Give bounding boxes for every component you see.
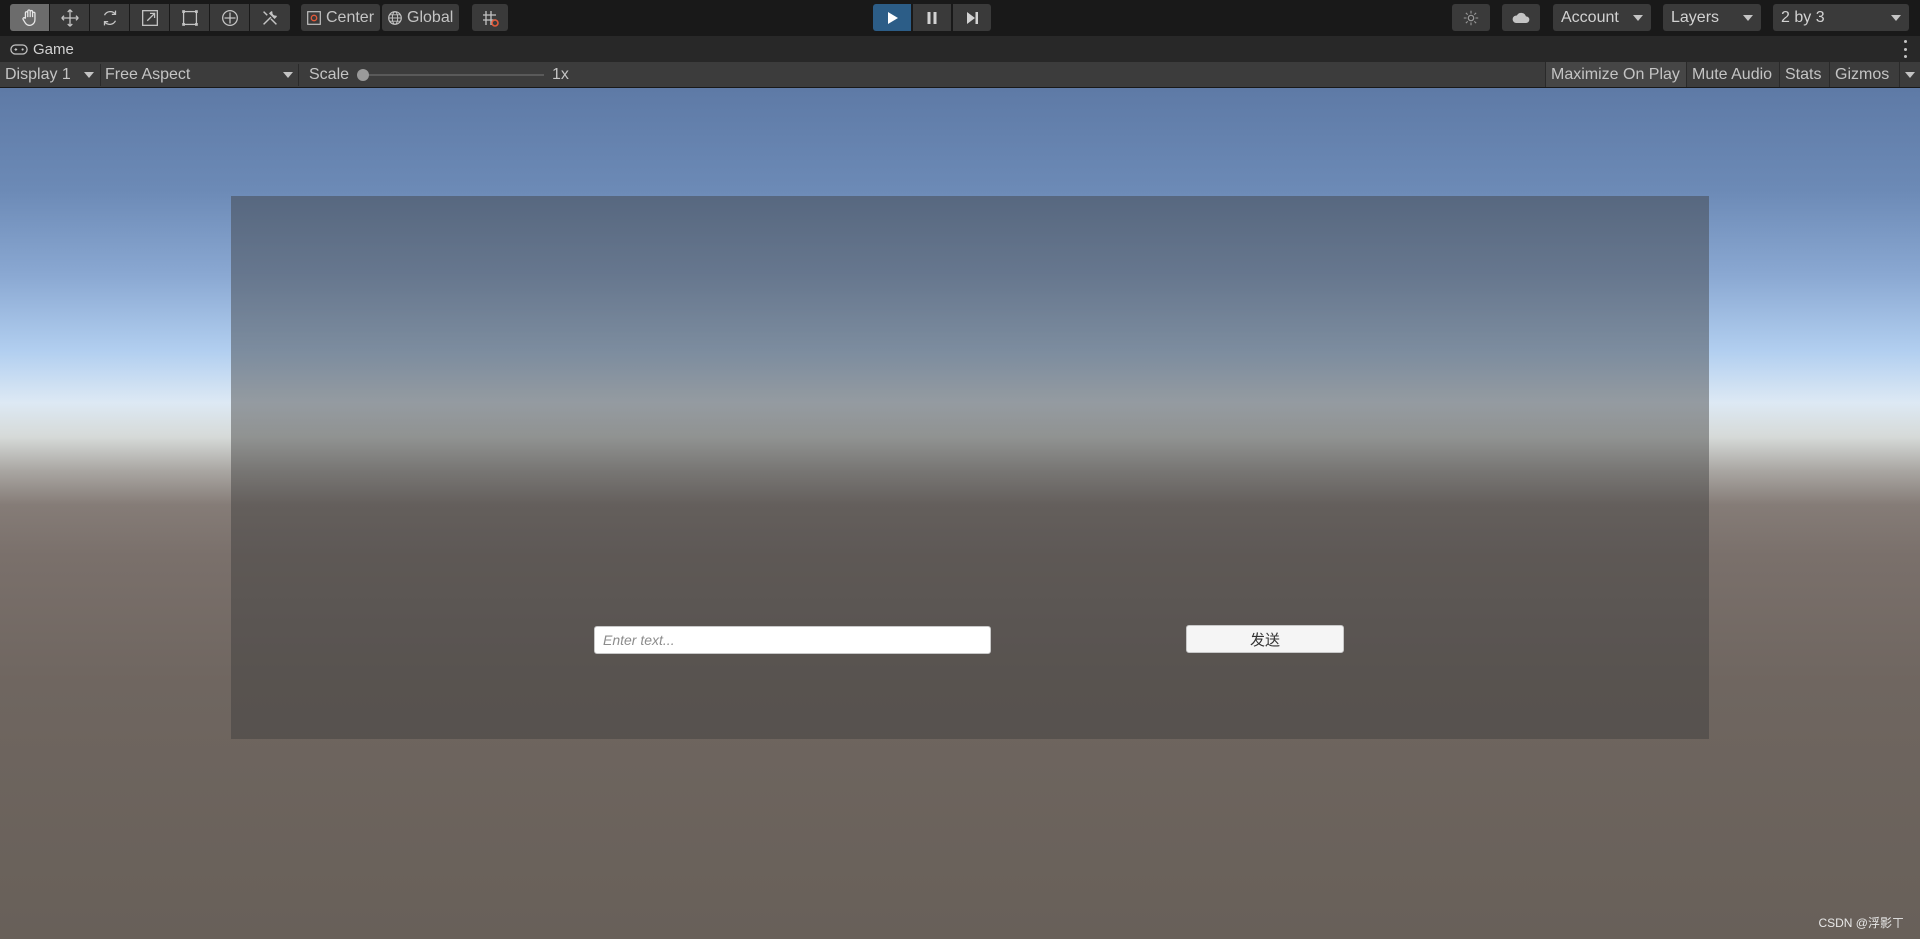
chevron-down-icon bbox=[1905, 72, 1915, 78]
transform-icon bbox=[221, 9, 238, 26]
mute-audio-label: Mute Audio bbox=[1692, 65, 1773, 83]
divider bbox=[298, 64, 299, 86]
scale-value-text: 1x bbox=[552, 65, 569, 83]
pivot-center-toggle[interactable]: Center bbox=[301, 4, 381, 31]
chevron-down-icon bbox=[1743, 15, 1753, 21]
rect-transform-icon bbox=[181, 9, 198, 26]
send-button[interactable]: 发送 bbox=[1186, 625, 1344, 653]
move-tool-button[interactable] bbox=[50, 4, 90, 31]
layout-label: 2 by 3 bbox=[1781, 8, 1825, 26]
display-label: Display 1 bbox=[5, 65, 71, 83]
game-viewport[interactable]: Enter text... 发送 CSDN @浮影ㄒ bbox=[0, 88, 1920, 939]
globe-icon bbox=[388, 10, 402, 25]
sun-icon bbox=[1463, 10, 1479, 25]
scale-slider-handle[interactable] bbox=[357, 69, 369, 81]
pivot-controls: Center Global bbox=[301, 4, 460, 31]
account-dropdown[interactable]: Account bbox=[1553, 4, 1651, 31]
grid-snap-button[interactable] bbox=[472, 4, 508, 31]
maximize-on-play-label: Maximize On Play bbox=[1551, 65, 1680, 83]
layers-label: Layers bbox=[1671, 8, 1720, 26]
game-view-controls: Display 1 Free Aspect Scale 1x Maximize … bbox=[0, 62, 1920, 88]
rotate-icon bbox=[103, 10, 116, 25]
tab-menu-icon[interactable] bbox=[1902, 40, 1908, 58]
scale-slider-track[interactable] bbox=[360, 74, 544, 76]
grid-snap-icon bbox=[483, 10, 499, 27]
window-tab-bar: Game bbox=[0, 36, 1920, 62]
stats-label: Stats bbox=[1785, 65, 1822, 83]
custom-tool-button[interactable] bbox=[250, 4, 290, 31]
chat-input-placeholder: Enter text... bbox=[603, 632, 675, 648]
tab-game[interactable]: Game bbox=[0, 41, 74, 58]
mute-audio-toggle[interactable]: Mute Audio bbox=[1686, 62, 1779, 87]
scale-icon bbox=[141, 9, 158, 26]
gizmos-label: Gizmos bbox=[1835, 65, 1890, 83]
hand-icon bbox=[21, 8, 36, 26]
rect-tool-button[interactable] bbox=[170, 4, 210, 31]
pivot-center-icon bbox=[307, 10, 321, 25]
chevron-down-icon bbox=[1891, 15, 1901, 21]
scale-label-text: Scale bbox=[309, 65, 350, 83]
account-label: Account bbox=[1561, 8, 1619, 26]
play-button[interactable] bbox=[873, 4, 911, 31]
gizmos-toggle[interactable]: Gizmos bbox=[1829, 62, 1899, 87]
pivot-space-label: Global bbox=[407, 8, 454, 26]
rotate-tool-button[interactable] bbox=[90, 4, 130, 31]
send-button-label: 发送 bbox=[1249, 631, 1280, 649]
services-button[interactable] bbox=[1452, 4, 1490, 31]
transform-tool-button[interactable] bbox=[210, 4, 250, 31]
gizmos-dropdown[interactable] bbox=[1899, 62, 1920, 87]
stats-toggle[interactable]: Stats bbox=[1779, 62, 1829, 87]
maximize-on-play-toggle[interactable]: Maximize On Play bbox=[1545, 62, 1686, 87]
transform-tools-group bbox=[10, 4, 290, 31]
step-button[interactable] bbox=[953, 4, 991, 31]
scale-tool-button[interactable] bbox=[130, 4, 170, 31]
chevron-down-icon bbox=[84, 72, 94, 78]
playmode-controls bbox=[873, 4, 991, 31]
aspect-label: Free Aspect bbox=[105, 65, 191, 83]
watermark: CSDN @浮影ㄒ bbox=[1818, 916, 1904, 930]
move-icon bbox=[60, 8, 79, 27]
tab-game-label: Game bbox=[33, 40, 74, 58]
display-dropdown[interactable]: Display 1 bbox=[5, 62, 97, 87]
pause-icon bbox=[927, 11, 937, 24]
divider bbox=[100, 64, 101, 86]
tools-icon bbox=[263, 10, 277, 25]
pivot-space-toggle[interactable]: Global bbox=[382, 4, 460, 31]
chat-input-field[interactable]: Enter text... bbox=[594, 626, 991, 654]
play-icon bbox=[888, 11, 898, 24]
pivot-center-label: Center bbox=[326, 8, 375, 26]
chevron-down-icon bbox=[283, 72, 293, 78]
layout-dropdown[interactable]: 2 by 3 bbox=[1773, 4, 1909, 31]
gamepad-icon bbox=[10, 43, 28, 55]
cloud-icon bbox=[1512, 12, 1530, 23]
scale-label: Scale bbox=[309, 62, 349, 87]
pause-button[interactable] bbox=[913, 4, 951, 31]
hand-tool-button[interactable] bbox=[10, 4, 50, 31]
chevron-down-icon bbox=[1633, 15, 1643, 21]
scale-value: 1x bbox=[552, 62, 569, 87]
cloud-button[interactable] bbox=[1502, 4, 1540, 31]
main-toolbar: Center Global Account Layers 2 by 3 bbox=[0, 0, 1920, 36]
aspect-dropdown[interactable]: Free Aspect bbox=[105, 62, 295, 87]
ui-panel bbox=[231, 196, 1709, 739]
step-icon bbox=[967, 11, 978, 24]
layers-dropdown[interactable]: Layers bbox=[1663, 4, 1761, 31]
